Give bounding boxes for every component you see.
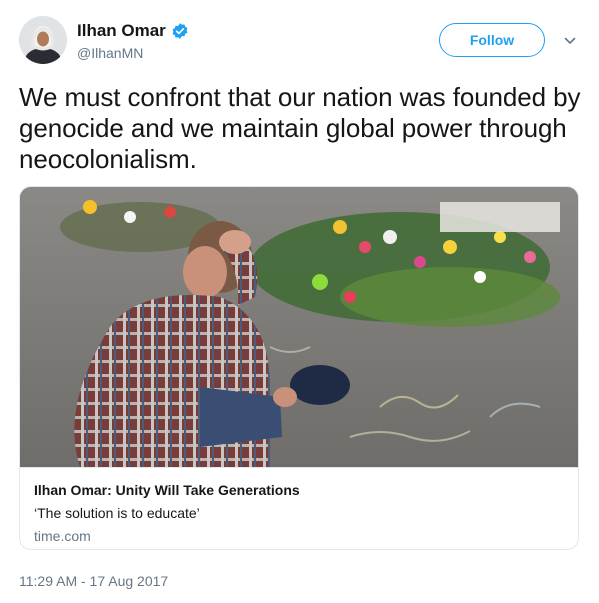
chevron-down-icon[interactable]: [563, 34, 577, 48]
verified-badge-icon: [171, 22, 189, 40]
card-title[interactable]: Ilhan Omar: Unity Will Take Generations: [34, 482, 300, 498]
tweet-timestamp[interactable]: 11:29 AM - 17 Aug 2017: [19, 573, 168, 589]
card-description: ‘The solution is to educate’: [34, 505, 200, 521]
card-body: Ilhan Omar: Unity Will Take Generations …: [20, 467, 578, 549]
card-domain: time.com: [34, 528, 91, 544]
user-info: Ilhan Omar @IlhanMN: [77, 21, 189, 61]
avatar[interactable]: [19, 16, 67, 64]
follow-button[interactable]: Follow: [439, 23, 545, 57]
tweet-header: Ilhan Omar @IlhanMN Follow: [19, 16, 581, 68]
display-name[interactable]: Ilhan Omar: [77, 21, 166, 41]
avatar-image: [19, 16, 67, 64]
card-image: [20, 187, 578, 467]
link-card[interactable]: Ilhan Omar: Unity Will Take Generations …: [19, 186, 579, 550]
user-handle[interactable]: @IlhanMN: [77, 45, 189, 61]
tweet-text: We must confront that our nation was fou…: [19, 82, 581, 174]
